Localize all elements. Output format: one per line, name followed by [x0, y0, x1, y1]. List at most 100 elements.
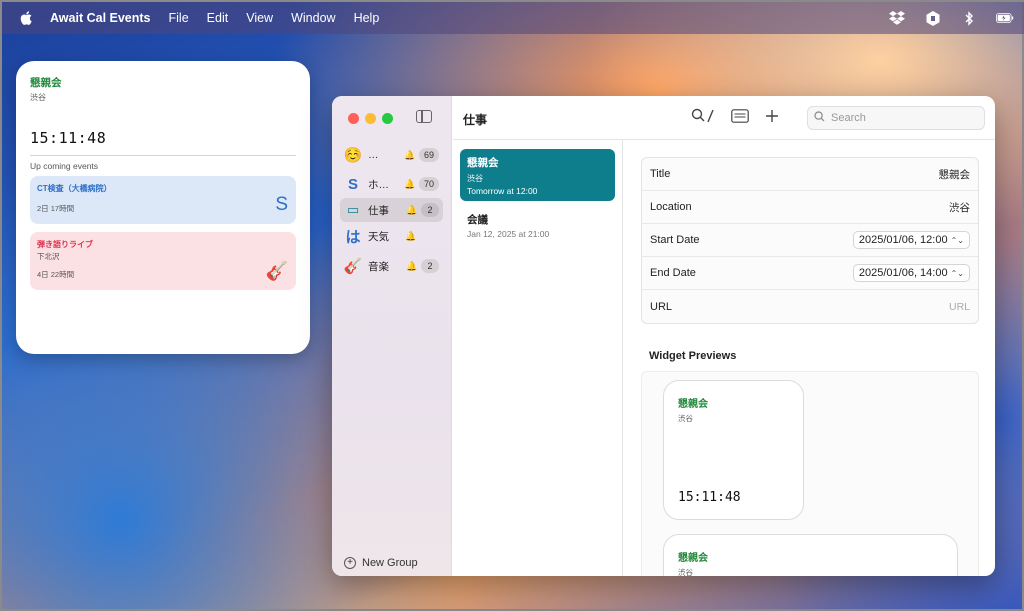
menu-window[interactable]: Window	[291, 11, 335, 25]
add-icon[interactable]	[765, 109, 779, 128]
search-placeholder: Search	[831, 112, 866, 124]
menu-edit[interactable]: Edit	[207, 11, 229, 25]
window-controls	[348, 113, 393, 124]
menu-bar: Await Cal Events File Edit View Window H…	[2, 2, 1024, 34]
widget-clock: 15:11:48	[30, 129, 107, 147]
bell-icon[interactable]: 🔔	[404, 150, 416, 161]
start-date-row: Start Date 2025/01/06, 12:00 ⌃⌄	[642, 224, 978, 257]
start-date-picker[interactable]: 2025/01/06, 12:00 ⌃⌄	[852, 231, 970, 249]
end-date-row: End Date 2025/01/06, 14:00 ⌃⌄	[642, 257, 978, 290]
event-date: Jan 12, 2025 at 21:00	[467, 229, 550, 239]
app-status-icon[interactable]	[924, 10, 942, 26]
preview-clock: 15:11:48	[678, 490, 741, 505]
widget-card-title: 弾き語りライブ	[37, 240, 93, 249]
widget-previews-heading: Widget Previews	[649, 350, 737, 362]
new-group-button[interactable]: + New Group	[344, 557, 418, 569]
title-field[interactable]: 懇親会	[939, 167, 971, 182]
sidebar-item-count: 69	[418, 148, 439, 162]
sidebar-item-weather[interactable]: は 天気 🔔	[340, 224, 443, 248]
toolbar: 仕事 Search	[453, 96, 995, 140]
dropbox-icon[interactable]	[888, 10, 906, 26]
zoom-button[interactable]	[382, 113, 393, 124]
plus-circle-icon: +	[344, 557, 356, 569]
sidebar-item-group-1[interactable]: ☺️ … 🔔 69	[340, 143, 443, 167]
guitar-icon: 🎸	[343, 258, 363, 275]
minimize-button[interactable]	[365, 113, 376, 124]
sidebar-item-work[interactable]: ▭ 仕事 🔔 2	[340, 198, 443, 222]
widget-event-card[interactable]: 弾き語りライブ 下北沢 4日 22時間 🎸	[30, 232, 296, 290]
bell-icon[interactable]: 🔔	[405, 231, 417, 242]
widget-card-remaining: 2日 17時間	[37, 204, 75, 213]
location-row: Location 渋谷	[642, 191, 978, 224]
s-letter-icon: S	[347, 175, 358, 193]
location-label: Location	[650, 201, 692, 213]
app-menu[interactable]: Await Cal Events	[50, 11, 151, 25]
end-date-value: 2025/01/06, 14:00	[858, 267, 948, 279]
bell-icon[interactable]: 🔔	[406, 261, 418, 272]
sidebar: ☺️ … 🔔 69 S ホ… 🔔 70 ▭ 仕事 🔔 2 は 天気 🔔 🎸 音楽…	[332, 96, 452, 576]
preview-event-title: 懇親会	[678, 399, 708, 410]
sidebar-item-count: 2	[421, 203, 439, 217]
sidebar-item-count: 2	[421, 259, 439, 273]
widget-event-title: 懇親会	[30, 77, 62, 89]
widget-card-badge: S	[275, 194, 288, 215]
widget-upcoming-label: Up coming events	[30, 161, 99, 171]
list-item[interactable]: 会議 Jan 12, 2025 at 21:00	[460, 206, 615, 242]
sidebar-item-label: 仕事	[368, 204, 389, 217]
new-group-label: New Group	[362, 557, 418, 569]
url-field[interactable]: URL	[949, 301, 970, 313]
widget-card-remaining: 4日 22時間	[37, 270, 75, 279]
widget-divider	[30, 155, 296, 156]
end-date-picker[interactable]: 2025/01/06, 14:00 ⌃⌄	[852, 264, 970, 282]
smile-emoji-icon: ☺️	[343, 147, 363, 164]
stepper-icon[interactable]: ⌃⌄	[951, 236, 964, 245]
event-form: Title 懇親会 Location 渋谷 Start Date 2025/01…	[641, 157, 979, 324]
battery-icon[interactable]	[996, 10, 1014, 26]
sidebar-item-label: 天気	[368, 230, 389, 243]
close-button[interactable]	[348, 113, 359, 124]
title-label: Title	[650, 168, 671, 180]
list-item-selected[interactable]: 懇親会 渋谷 Tomorrow at 12:00	[460, 149, 615, 201]
sidebar-item-music[interactable]: 🎸 音楽 🔔 2	[340, 254, 443, 278]
url-row: URL URL	[642, 290, 978, 323]
preview-event-location: 渋谷	[678, 414, 693, 423]
widget-previews-area: 懇親会 渋谷 15:11:48 懇親会 渋谷	[641, 371, 979, 576]
widget-event-location: 渋谷	[30, 93, 46, 102]
card-view-icon[interactable]	[731, 109, 749, 128]
widget-card-subtitle: 下北沢	[37, 252, 60, 261]
ha-letter-icon: は	[345, 228, 361, 246]
events-list: 懇親会 渋谷 Tomorrow at 12:00 会議 Jan 12, 2025…	[453, 140, 623, 576]
event-title: 会議	[467, 214, 488, 226]
end-date-label: End Date	[650, 267, 696, 279]
widget-card-title: CT検査（大橋病院）	[37, 184, 112, 193]
search-slash-icon[interactable]	[691, 108, 715, 129]
title-row: Title 懇親会	[642, 158, 978, 191]
sidebar-item-label: …	[368, 149, 379, 161]
medium-widget-preview: 懇親会 渋谷	[663, 534, 958, 576]
bluetooth-icon[interactable]	[960, 10, 978, 26]
search-icon	[814, 111, 825, 125]
sidebar-item-count: 70	[418, 177, 439, 191]
start-date-value: 2025/01/06, 12:00	[858, 234, 948, 246]
widget-event-card[interactable]: CT検査（大橋病院） 2日 17時間 S	[30, 176, 296, 224]
apple-menu-icon[interactable]	[18, 10, 34, 26]
menu-file[interactable]: File	[169, 11, 189, 25]
menu-help[interactable]: Help	[354, 11, 380, 25]
small-widget-preview: 懇親会 渋谷 15:11:48	[663, 380, 804, 520]
bell-icon[interactable]: 🔔	[406, 205, 418, 216]
event-title: 懇親会	[467, 157, 499, 169]
search-field[interactable]: Search	[807, 106, 985, 130]
desktop-widget[interactable]: 懇親会 渋谷 15:11:48 Up coming events CT検査（大橋…	[16, 61, 310, 354]
menu-view[interactable]: View	[246, 11, 273, 25]
event-date: Tomorrow at 12:00	[467, 186, 538, 196]
group-title: 仕事	[463, 113, 488, 127]
sidebar-item-group-2[interactable]: S ホ… 🔔 70	[340, 172, 443, 196]
bell-icon[interactable]: 🔔	[404, 179, 416, 190]
event-detail: Title 懇親会 Location 渋谷 Start Date 2025/01…	[624, 140, 995, 576]
guitar-icon: 🎸	[265, 261, 288, 281]
location-field[interactable]: 渋谷	[949, 200, 970, 215]
url-label: URL	[650, 300, 673, 313]
sidebar-item-label: 音楽	[368, 260, 389, 273]
stepper-icon[interactable]: ⌃⌄	[951, 269, 964, 278]
sidebar-toggle-icon[interactable]	[416, 110, 432, 123]
